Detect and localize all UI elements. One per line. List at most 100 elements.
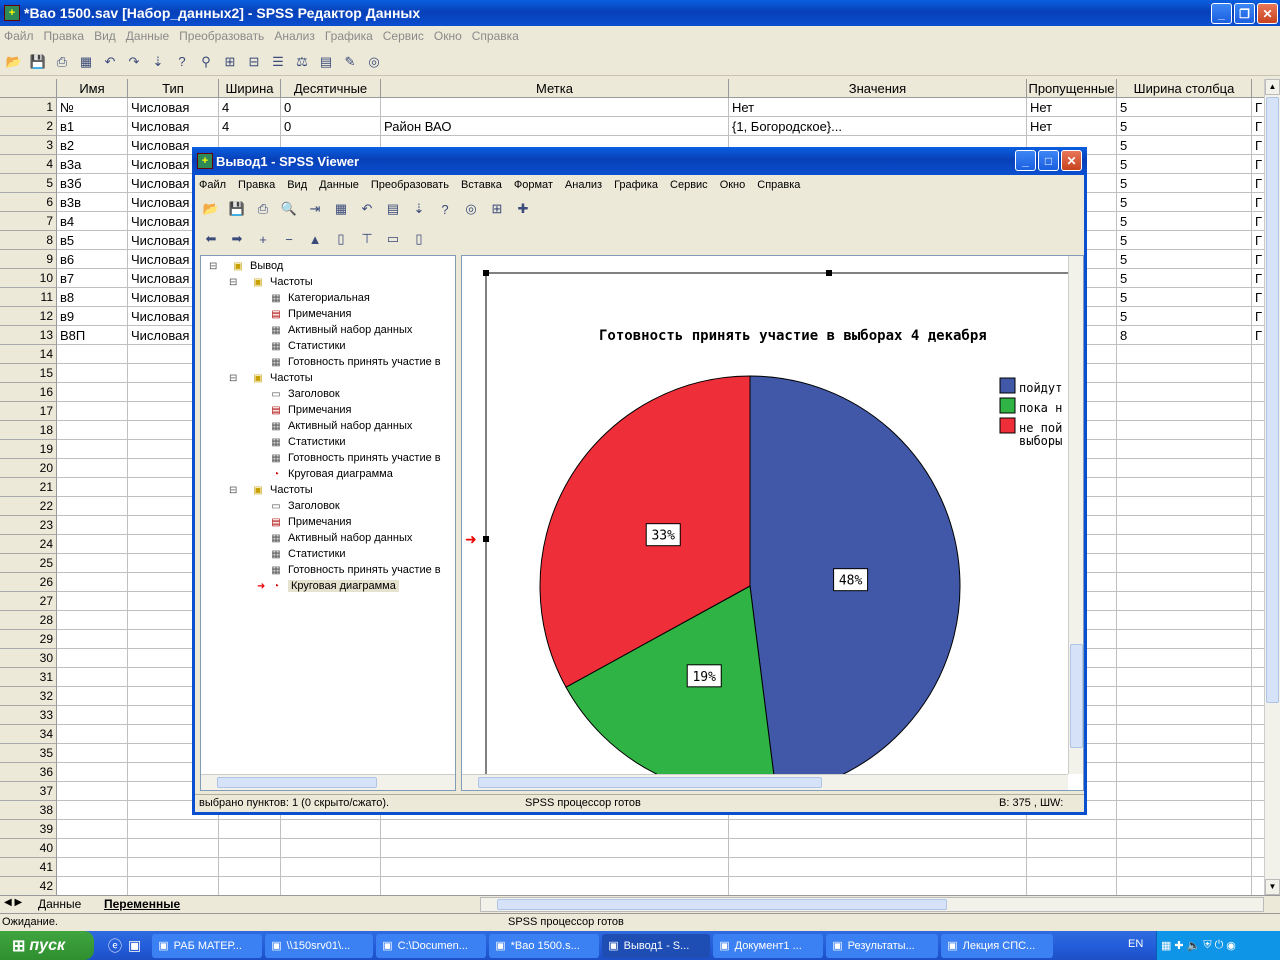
row-number[interactable]: 5 — [0, 174, 57, 193]
table-cell[interactable] — [57, 364, 128, 383]
insert-text-icon[interactable]: ▯ — [409, 229, 429, 249]
weight-cases-icon[interactable]: ⚖ — [292, 52, 312, 72]
column-header[interactable]: Десятичные — [281, 79, 381, 98]
table-cell[interactable] — [1252, 706, 1264, 725]
table-cell[interactable] — [57, 535, 128, 554]
print-icon[interactable]: ⎙ — [253, 199, 273, 219]
grid-scroll-thumb[interactable] — [1266, 97, 1279, 703]
tray-power-icon[interactable]: ⏻ — [1215, 939, 1224, 952]
table-cell[interactable] — [281, 820, 381, 839]
tree-node[interactable]: ▦ Активный набор данных — [269, 322, 412, 338]
row-number[interactable]: 30 — [0, 649, 57, 668]
grid-vertical-scrollbar[interactable]: ▲ ▼ — [1264, 79, 1280, 895]
row-number[interactable]: 28 — [0, 611, 57, 630]
row-number[interactable]: 16 — [0, 383, 57, 402]
row-number[interactable]: 27 — [0, 592, 57, 611]
table-cell[interactable] — [1027, 820, 1117, 839]
table-cell-extra[interactable]: Г — [1252, 326, 1264, 345]
table-cell[interactable]: 5 — [1117, 250, 1252, 269]
undo-icon[interactable]: ↶ — [357, 199, 377, 219]
table-cell[interactable] — [1117, 763, 1252, 782]
table-cell[interactable] — [1252, 535, 1264, 554]
table-cell[interactable]: в8 — [57, 288, 128, 307]
table-cell[interactable] — [57, 516, 128, 535]
viewer-menu-item[interactable]: Формат — [514, 179, 553, 191]
table-cell[interactable] — [1117, 516, 1252, 535]
table-cell-extra[interactable]: Г — [1252, 117, 1264, 136]
row-number[interactable]: 20 — [0, 459, 57, 478]
table-cell[interactable] — [57, 725, 128, 744]
menu-item[interactable]: Данные — [126, 29, 169, 43]
table-cell[interactable] — [1117, 725, 1252, 744]
pane-vscroll-thumb[interactable] — [1070, 644, 1083, 748]
table-cell[interactable]: 5 — [1117, 174, 1252, 193]
table-cell[interactable] — [57, 345, 128, 364]
table-cell[interactable] — [1252, 649, 1264, 668]
viewer-menu-item[interactable]: Справка — [757, 179, 800, 191]
tab-nav-icon[interactable]: ◀ ▶ — [4, 897, 22, 908]
table-cell[interactable] — [1252, 858, 1264, 877]
find-icon[interactable]: ⚲ — [196, 52, 216, 72]
tree-expander-icon[interactable]: ⊟ — [209, 261, 217, 272]
table-cell-extra[interactable]: Г — [1252, 136, 1264, 155]
column-header[interactable]: Значения — [729, 79, 1027, 98]
table-cell[interactable] — [219, 820, 281, 839]
table-cell[interactable]: 0 — [281, 117, 381, 136]
row-number[interactable]: 26 — [0, 573, 57, 592]
table-cell[interactable]: Числовая — [128, 98, 219, 117]
save-icon[interactable]: 💾 — [227, 199, 247, 219]
table-cell[interactable] — [1117, 801, 1252, 820]
viewer-menu-item[interactable]: Анализ — [565, 179, 602, 191]
select-cases-icon[interactable]: ▤ — [316, 52, 336, 72]
table-cell[interactable]: в3в — [57, 193, 128, 212]
viewer-menu-item[interactable]: Правка — [238, 179, 275, 191]
table-cell[interactable] — [381, 820, 729, 839]
pane-horizontal-scrollbar[interactable] — [462, 774, 1068, 790]
desktop-icon[interactable]: ▣ — [128, 937, 141, 954]
row-number[interactable]: 41 — [0, 858, 57, 877]
table-cell[interactable] — [57, 554, 128, 573]
table-cell[interactable]: в9 — [57, 307, 128, 326]
table-cell[interactable] — [1117, 459, 1252, 478]
table-cell-extra[interactable]: Г — [1252, 155, 1264, 174]
show-icon[interactable]: ▲ — [305, 229, 325, 249]
table-cell[interactable] — [57, 497, 128, 516]
table-cell[interactable] — [1117, 611, 1252, 630]
taskbar-item[interactable]: ▣ Документ1 ... — [713, 933, 824, 958]
row-number[interactable]: 3 — [0, 136, 57, 155]
table-cell[interactable] — [1252, 497, 1264, 516]
table-cell[interactable] — [1252, 782, 1264, 801]
table-cell[interactable] — [128, 858, 219, 877]
table-cell[interactable]: № — [57, 98, 128, 117]
taskbar-item[interactable]: ▣ Результаты... — [826, 933, 939, 958]
viewer-menu-item[interactable]: Преобразовать — [371, 179, 449, 191]
table-cell[interactable] — [57, 421, 128, 440]
tree-node[interactable]: ▤ Примечания — [269, 306, 351, 322]
row-number[interactable]: 40 — [0, 839, 57, 858]
promote-arrow-icon[interactable]: ⬅ — [201, 229, 221, 249]
table-cell[interactable] — [1252, 440, 1264, 459]
table-cell[interactable]: Числовая — [128, 117, 219, 136]
start-button[interactable]: ⊞ пуск — [0, 931, 94, 960]
table-cell[interactable] — [57, 706, 128, 725]
table-cell[interactable] — [1252, 516, 1264, 535]
row-number[interactable]: 42 — [0, 877, 57, 895]
table-cell[interactable] — [381, 858, 729, 877]
grid-horizontal-scrollbar[interactable] — [480, 897, 1264, 912]
table-cell[interactable] — [381, 877, 729, 895]
insert-heading-icon[interactable]: ⊤ — [357, 229, 377, 249]
table-cell[interactable] — [1117, 440, 1252, 459]
row-number[interactable]: 8 — [0, 231, 57, 250]
table-cell[interactable] — [729, 820, 1027, 839]
table-cell[interactable]: Нет — [1027, 117, 1117, 136]
table-cell[interactable] — [57, 687, 128, 706]
row-number[interactable]: 13 — [0, 326, 57, 345]
table-cell[interactable]: в4 — [57, 212, 128, 231]
goto-case-icon[interactable]: ⇣ — [148, 52, 168, 72]
scroll-down-icon[interactable]: ▼ — [1265, 879, 1280, 895]
taskbar-item[interactable]: ▣ C:\Documen... — [376, 933, 487, 958]
tree-node[interactable]: ▦ Готовность принять участие в — [269, 450, 440, 466]
column-header[interactable]: Пропущенные — [1027, 79, 1117, 98]
taskbar-item[interactable]: ▣ *Вао 1500.s... — [489, 933, 600, 958]
tree-expander-icon[interactable]: ⊟ — [229, 485, 237, 496]
